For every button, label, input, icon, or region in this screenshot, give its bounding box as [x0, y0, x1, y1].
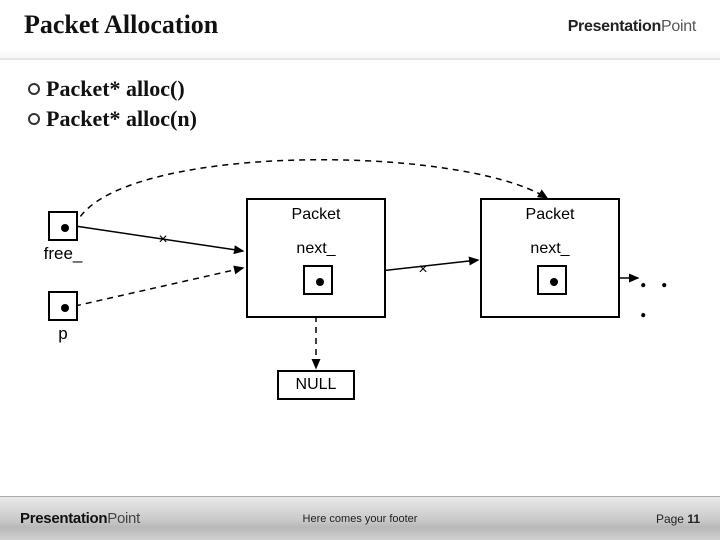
- free-pointer-box: [48, 211, 78, 241]
- footer-brand-light: Point: [107, 510, 140, 527]
- packet-box-2: Packet next_: [480, 198, 620, 318]
- footer-bar: PresentationPoint Here comes your footer…: [0, 496, 720, 540]
- brand-logo-footer: PresentationPoint: [20, 510, 140, 527]
- page-title: Packet Allocation: [24, 10, 218, 40]
- x-mark-icon: ×: [158, 231, 167, 249]
- packet2-title: Packet: [482, 206, 618, 224]
- packet2-next-box: [537, 265, 567, 295]
- x-mark-icon: ×: [418, 261, 427, 279]
- bullet-text: Packet* alloc(n): [46, 106, 197, 132]
- diagram-area: free_ p Packet next_ Packet next_ NULL ×…: [28, 148, 692, 438]
- packet1-next-box: [303, 265, 333, 295]
- p-label: p: [53, 324, 73, 344]
- null-label: NULL: [296, 376, 337, 394]
- brand-light: Point: [661, 18, 696, 35]
- packet-box-1: Packet next_: [246, 198, 386, 318]
- footer-brand-bold: Presentation: [20, 510, 107, 527]
- packet1-title: Packet: [248, 206, 384, 224]
- bullet-item: Packet* alloc(): [28, 76, 692, 102]
- brand-logo-top: PresentationPoint: [568, 10, 696, 36]
- null-box: NULL: [277, 370, 355, 400]
- free-label: free_: [43, 244, 83, 264]
- brand-bold: Presentation: [568, 18, 661, 35]
- bullet-marker-icon: [28, 83, 40, 95]
- page-number: 11: [687, 512, 700, 526]
- header-bar: Packet Allocation PresentationPoint: [0, 0, 720, 60]
- packet2-field: next_: [482, 240, 618, 258]
- page-label: Page: [656, 512, 687, 526]
- p-pointer-box: [48, 291, 78, 321]
- bullet-marker-icon: [28, 113, 40, 125]
- page-indicator: Page 11: [656, 512, 700, 526]
- bullet-list: Packet* alloc() Packet* alloc(n): [0, 60, 720, 140]
- bullet-item: Packet* alloc(n): [28, 106, 692, 132]
- packet1-field: next_: [248, 240, 384, 258]
- ellipsis-icon: . . .: [640, 264, 692, 324]
- bullet-text: Packet* alloc(): [46, 76, 185, 102]
- footer-text: Here comes your footer: [303, 513, 418, 525]
